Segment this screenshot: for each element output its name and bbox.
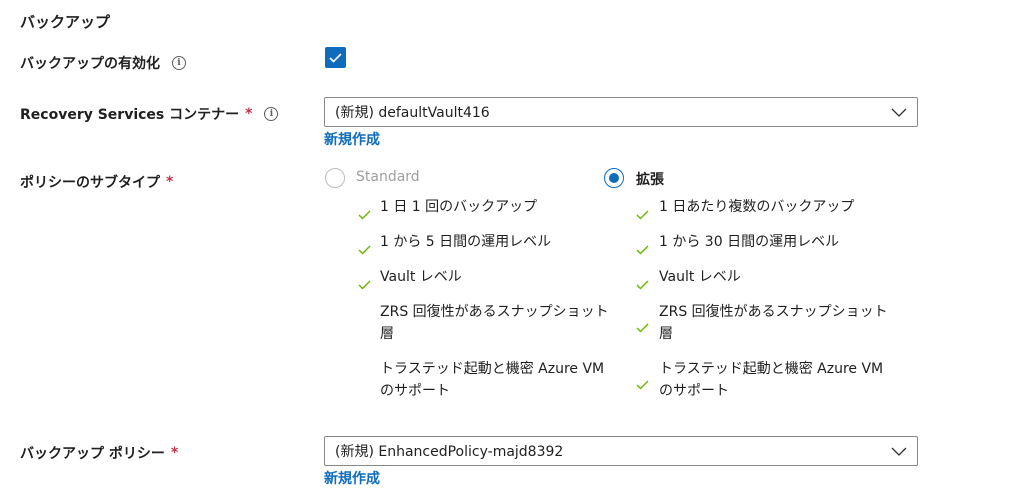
- required-mark: *: [166, 174, 174, 190]
- backup-policy-create-new-link[interactable]: 新規作成: [324, 468, 380, 488]
- standard-feature-5-line2: のサポート: [380, 383, 450, 399]
- section-title: バックアップ: [20, 13, 111, 31]
- enhanced-feature-5-line2: のサポート: [659, 383, 729, 399]
- radio-selected-dot: [609, 173, 619, 183]
- enhanced-feature-4-line1: ZRS 回復性があるスナップショット: [659, 304, 888, 320]
- enhanced-feature-4-line2: 層: [659, 326, 673, 342]
- check-icon: [358, 210, 371, 220]
- radio-enhanced-label: 拡張: [636, 172, 664, 188]
- check-icon: [636, 380, 649, 390]
- enhanced-feature-1: 1 日あたり複数のバックアップ: [659, 199, 855, 215]
- standard-feature-5: トラステッド起動と機密 Azure VM のサポート: [380, 358, 604, 402]
- vault-dropdown-value: (新規) defaultVault416: [335, 105, 490, 121]
- check-icon: [636, 323, 649, 333]
- radio-enhanced[interactable]: [604, 168, 624, 188]
- info-icon[interactable]: i: [172, 56, 186, 70]
- backup-policy-dropdown-value: (新規) EnhancedPolicy-majd8392: [335, 444, 564, 460]
- check-icon: [636, 280, 649, 290]
- standard-feature-3: Vault レベル: [380, 269, 462, 285]
- standard-feature-1: 1 日 1 回のバックアップ: [380, 199, 538, 215]
- chevron-down-icon: [891, 108, 907, 117]
- enhanced-feature-5-line1: トラステッド起動と機密 Azure VM: [659, 361, 884, 377]
- radio-standard[interactable]: [325, 168, 345, 188]
- check-icon: [636, 245, 649, 255]
- backup-policy-dropdown[interactable]: (新規) EnhancedPolicy-majd8392: [324, 436, 918, 466]
- policy-subtype-label-row: ポリシーのサブタイプ *: [20, 172, 173, 192]
- standard-feature-2: 1 から 5 日間の運用レベル: [380, 234, 552, 250]
- enhanced-feature-4: ZRS 回復性があるスナップショット 層: [659, 301, 888, 345]
- required-mark: *: [245, 106, 253, 122]
- standard-feature-4-line2: 層: [380, 326, 394, 342]
- policy-subtype-label: ポリシーのサブタイプ: [20, 175, 160, 191]
- enhanced-feature-5: トラステッド起動と機密 Azure VM のサポート: [659, 358, 883, 402]
- required-mark: *: [170, 445, 179, 461]
- checkmark-icon: [329, 52, 342, 63]
- check-icon: [358, 245, 371, 255]
- backup-policy-label-row: バックアップ ポリシー *: [20, 443, 178, 463]
- vault-create-new-link[interactable]: 新規作成: [324, 129, 380, 149]
- vault-dropdown[interactable]: (新規) defaultVault416: [324, 97, 918, 127]
- standard-feature-4-line1: ZRS 回復性があるスナップショット: [380, 304, 609, 320]
- chevron-down-icon: [891, 447, 907, 456]
- radio-standard-label: Standard: [356, 169, 420, 185]
- backup-settings-page: バックアップ バックアップの有効化 i Recovery Services コン…: [0, 0, 1024, 500]
- enable-backup-label-row: バックアップの有効化 i: [20, 53, 186, 73]
- backup-policy-label: バックアップ ポリシー: [20, 446, 165, 462]
- enable-backup-checkbox[interactable]: [325, 47, 346, 68]
- enable-backup-label: バックアップの有効化: [20, 56, 160, 72]
- enhanced-feature-2: 1 から 30 日間の運用レベル: [659, 234, 840, 250]
- check-icon: [358, 280, 371, 290]
- vault-label: Recovery Services コンテナー: [20, 107, 240, 123]
- standard-feature-5-line1: トラステッド起動と機密 Azure VM: [380, 361, 605, 377]
- check-icon: [636, 210, 649, 220]
- standard-feature-4: ZRS 回復性があるスナップショット 層: [380, 301, 609, 345]
- enhanced-feature-3: Vault レベル: [659, 269, 741, 285]
- vault-label-row: Recovery Services コンテナー * i: [20, 104, 279, 124]
- info-icon[interactable]: i: [264, 107, 279, 121]
